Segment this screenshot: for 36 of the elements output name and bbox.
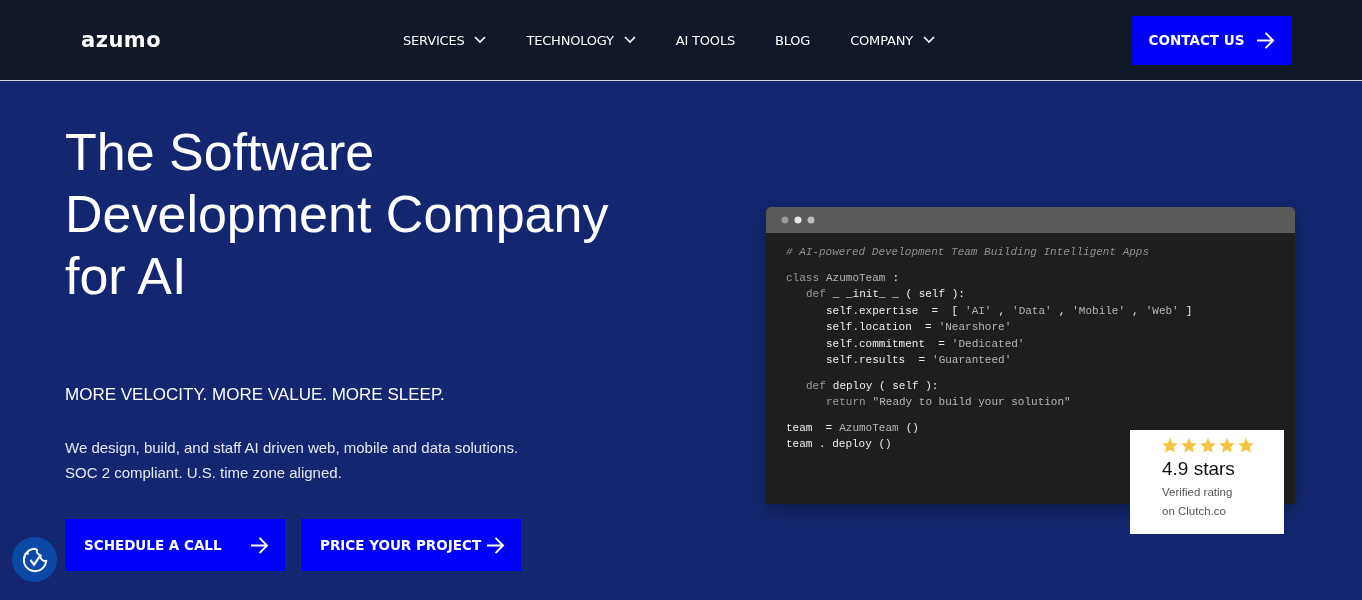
arrow-right-icon	[486, 536, 505, 554]
cookie-check-icon	[20, 545, 49, 574]
code-line: self.location = 'Nearshore'	[826, 320, 1012, 335]
tagline: MORE VELOCITY. MORE VALUE. MORE SLEEP.	[65, 385, 446, 405]
hero-heading: The Software Development Company for AI	[65, 122, 610, 307]
nav-link[interactable]: SERVICES	[403, 32, 487, 48]
code-line: self.commitment = 'Dedicated'	[826, 336, 1025, 352]
nav-link[interactable]: BLOG	[775, 32, 811, 48]
arrow-right-icon	[250, 536, 269, 554]
window-dots-icon	[781, 216, 815, 224]
nav-link[interactable]: COMPANY	[850, 32, 935, 48]
star-icon	[1162, 438, 1178, 453]
call-to-action-button[interactable]: SCHEDULE A CALL	[65, 519, 285, 571]
contact-us-button[interactable]: CONTACT US	[1132, 15, 1292, 65]
code-line: # AI-powered Development Team Building Intelligent Apps	[786, 245, 1150, 260]
nav-link[interactable]: AI TOOLS	[675, 32, 735, 48]
code-line: def deploy ( self ):	[806, 378, 939, 394]
hero-description: We design, build, and staff AI driven web, mobile and data solutions. SOC 2 compliant. U.S. time zone aligned.	[65, 438, 520, 483]
code-line: self.expertise = [ 'AI' , 'Data' , 'Mobile' , 'Web' ]	[826, 303, 1193, 319]
star-icon	[1238, 438, 1254, 453]
call-to-action-button[interactable]: PRICE YOUR PROJECT	[301, 519, 521, 571]
star-icon	[1181, 438, 1197, 453]
rating-source: Verified rating on Clutch.co	[1162, 485, 1234, 519]
code-line: def _ _init_ _ ( self ):	[806, 287, 965, 302]
code-line: self.results = 'Guaranteed'	[826, 353, 1012, 368]
cookie-settings-button[interactable]	[12, 537, 57, 582]
nav-link[interactable]: TECHNOLOGY	[526, 32, 636, 48]
code-line: class AzumoTeam :	[786, 270, 900, 286]
star-icon	[1200, 438, 1216, 453]
code-line: return "Ready to build your solution"	[826, 395, 1071, 410]
star-icon	[1219, 438, 1235, 453]
arrow-right-icon	[1256, 31, 1276, 49]
logo[interactable]: azumo	[81, 28, 403, 52]
rating-score: 4.9 stars	[1162, 458, 1236, 480]
code-line: team = AzumoTeam ()	[786, 420, 919, 436]
code-line: team . deploy ()	[786, 437, 892, 452]
